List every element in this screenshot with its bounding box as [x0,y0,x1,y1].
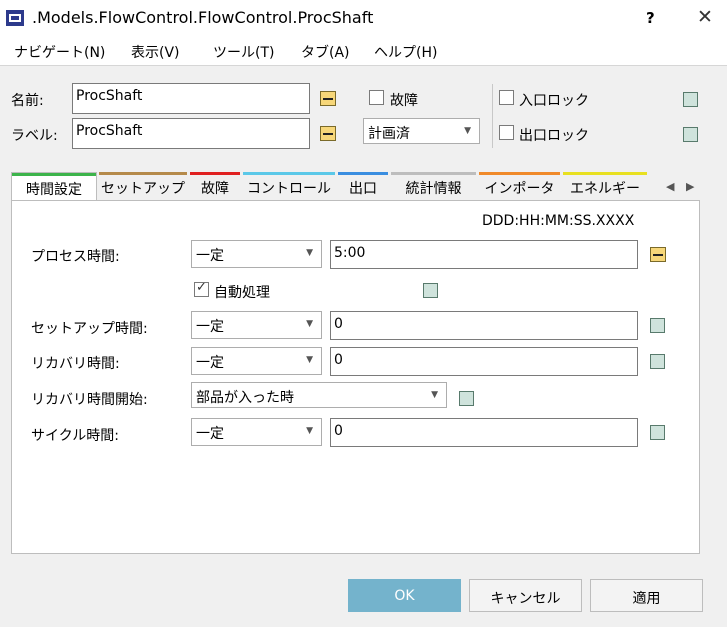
tab-color-stripe [479,172,560,175]
label-label: ラベル: [11,128,58,144]
process-time-inherit-icon[interactable] [650,247,666,262]
entry-lock-label: 入口ロック [519,93,589,109]
tab-label: インポータ [484,181,555,197]
tab-color-stripe [338,172,388,175]
tab-scroll-right-icon[interactable]: ▶ [686,180,694,193]
setup-time-field[interactable]: 0 [330,311,638,340]
setup-time-type-value: 一定 [196,319,224,335]
process-time-type-value: 一定 [196,248,224,264]
recovery-start-value: 部品が入った時 [196,390,294,406]
process-time-type-select[interactable]: 一定 ▼ [191,240,322,268]
exit-lock-checkbox[interactable] [499,125,514,140]
tab-color-stripe [190,172,240,175]
menu-navigate[interactable]: ナビゲート(N) [14,42,105,62]
close-button[interactable]: ✕ [697,6,713,28]
recovery-start-inherit-icon[interactable] [459,391,474,406]
menu-bar: ナビゲート(N) 表示(V) ツール(T) タブ(A) ヘルプ(H) [0,38,727,66]
name-label: 名前: [11,93,44,109]
tab-importer[interactable]: インポータ [479,172,560,200]
tab-failure[interactable]: 故障 [190,172,240,200]
plan-select[interactable]: 計画済 ▼ [363,118,480,144]
cycle-time-label: サイクル時間: [31,428,120,444]
cycle-time-field[interactable]: 0 [330,418,638,447]
recovery-time-field[interactable]: 0 [330,347,638,376]
label-inherit-icon[interactable] [320,126,336,141]
recovery-start-label: リカバリ時間開始: [31,392,148,408]
menu-tab[interactable]: タブ(A) [301,42,350,62]
tab-color-stripe [12,173,96,176]
recovery-start-select[interactable]: 部品が入った時 ▼ [191,382,447,408]
tab-label: セットアップ [101,181,185,197]
time-format-hint: DDD:HH:MM:SS.XXXX [482,213,635,229]
chevron-down-icon: ▼ [431,390,438,400]
process-time-field[interactable]: 5:00 [330,240,638,269]
setup-time-label: セットアップ時間: [31,321,148,337]
title-bar: .Models.FlowControl.FlowControl.ProcShaf… [0,0,727,38]
tab-color-stripe [391,172,476,175]
failure-label: 故障 [390,93,418,109]
failure-checkbox[interactable] [369,90,384,105]
process-time-label: プロセス時間: [31,249,120,265]
chevron-down-icon: ▼ [306,248,313,258]
window-title: .Models.FlowControl.FlowControl.ProcShaf… [32,8,374,27]
tab-exit[interactable]: 出口 [338,172,388,200]
name-field[interactable]: ProcShaft [72,83,310,114]
auto-process-inherit-icon[interactable] [423,283,438,298]
tab-label: 統計情報 [405,181,462,197]
recovery-time-type-select[interactable]: 一定 ▼ [191,347,322,375]
tab-setup[interactable]: セットアップ [99,172,187,200]
app-icon [6,10,24,26]
chevron-down-icon: ▼ [306,426,313,436]
entry-lock-inherit-icon[interactable] [683,92,698,107]
cycle-time-type-value: 一定 [196,426,224,442]
setup-time-inherit-icon[interactable] [650,318,665,333]
entry-lock-checkbox[interactable] [499,90,514,105]
recovery-time-label: リカバリ時間: [31,356,120,372]
setup-time-type-select[interactable]: 一定 ▼ [191,311,322,339]
menu-help[interactable]: ヘルプ(H) [374,42,437,62]
tab-label: 出口 [349,181,377,197]
tab-timing[interactable]: 時間設定 [11,172,97,200]
ok-button[interactable]: OK [348,579,461,612]
divider [492,84,493,148]
cancel-button[interactable]: キャンセル [469,579,582,612]
tab-color-stripe [99,172,187,175]
help-button[interactable]: ? [646,9,655,27]
menu-view[interactable]: 表示(V) [131,42,180,62]
exit-lock-label: 出口ロック [519,128,589,144]
tab-label: 時間設定 [26,182,82,198]
exit-lock-inherit-icon[interactable] [683,127,698,142]
recovery-time-inherit-icon[interactable] [650,354,665,369]
recovery-time-type-value: 一定 [196,355,224,371]
chevron-down-icon: ▼ [306,355,313,365]
tab-statistics[interactable]: 統計情報 [391,172,476,200]
chevron-down-icon: ▼ [464,126,471,136]
menu-tools[interactable]: ツール(T) [213,42,274,62]
tab-scroll-left-icon[interactable]: ◀ [666,180,674,193]
tab-label: コントロール [247,181,331,197]
name-inherit-icon[interactable] [320,91,336,106]
label-field[interactable]: ProcShaft [72,118,310,149]
chevron-down-icon: ▼ [306,319,313,329]
auto-process-checkbox[interactable] [194,280,209,297]
tab-control[interactable]: コントロール [243,172,335,200]
apply-button[interactable]: 適用 [590,579,703,612]
tab-label: エネルギー [570,181,640,197]
tab-label: 故障 [201,181,229,197]
auto-process-label: 自動処理 [214,285,270,301]
tab-color-stripe [243,172,335,175]
tab-color-stripe [563,172,647,175]
tab-energy[interactable]: エネルギー [563,172,647,200]
plan-select-value: 計画済 [368,126,410,142]
cycle-time-inherit-icon[interactable] [650,425,665,440]
cycle-time-type-select[interactable]: 一定 ▼ [191,418,322,446]
